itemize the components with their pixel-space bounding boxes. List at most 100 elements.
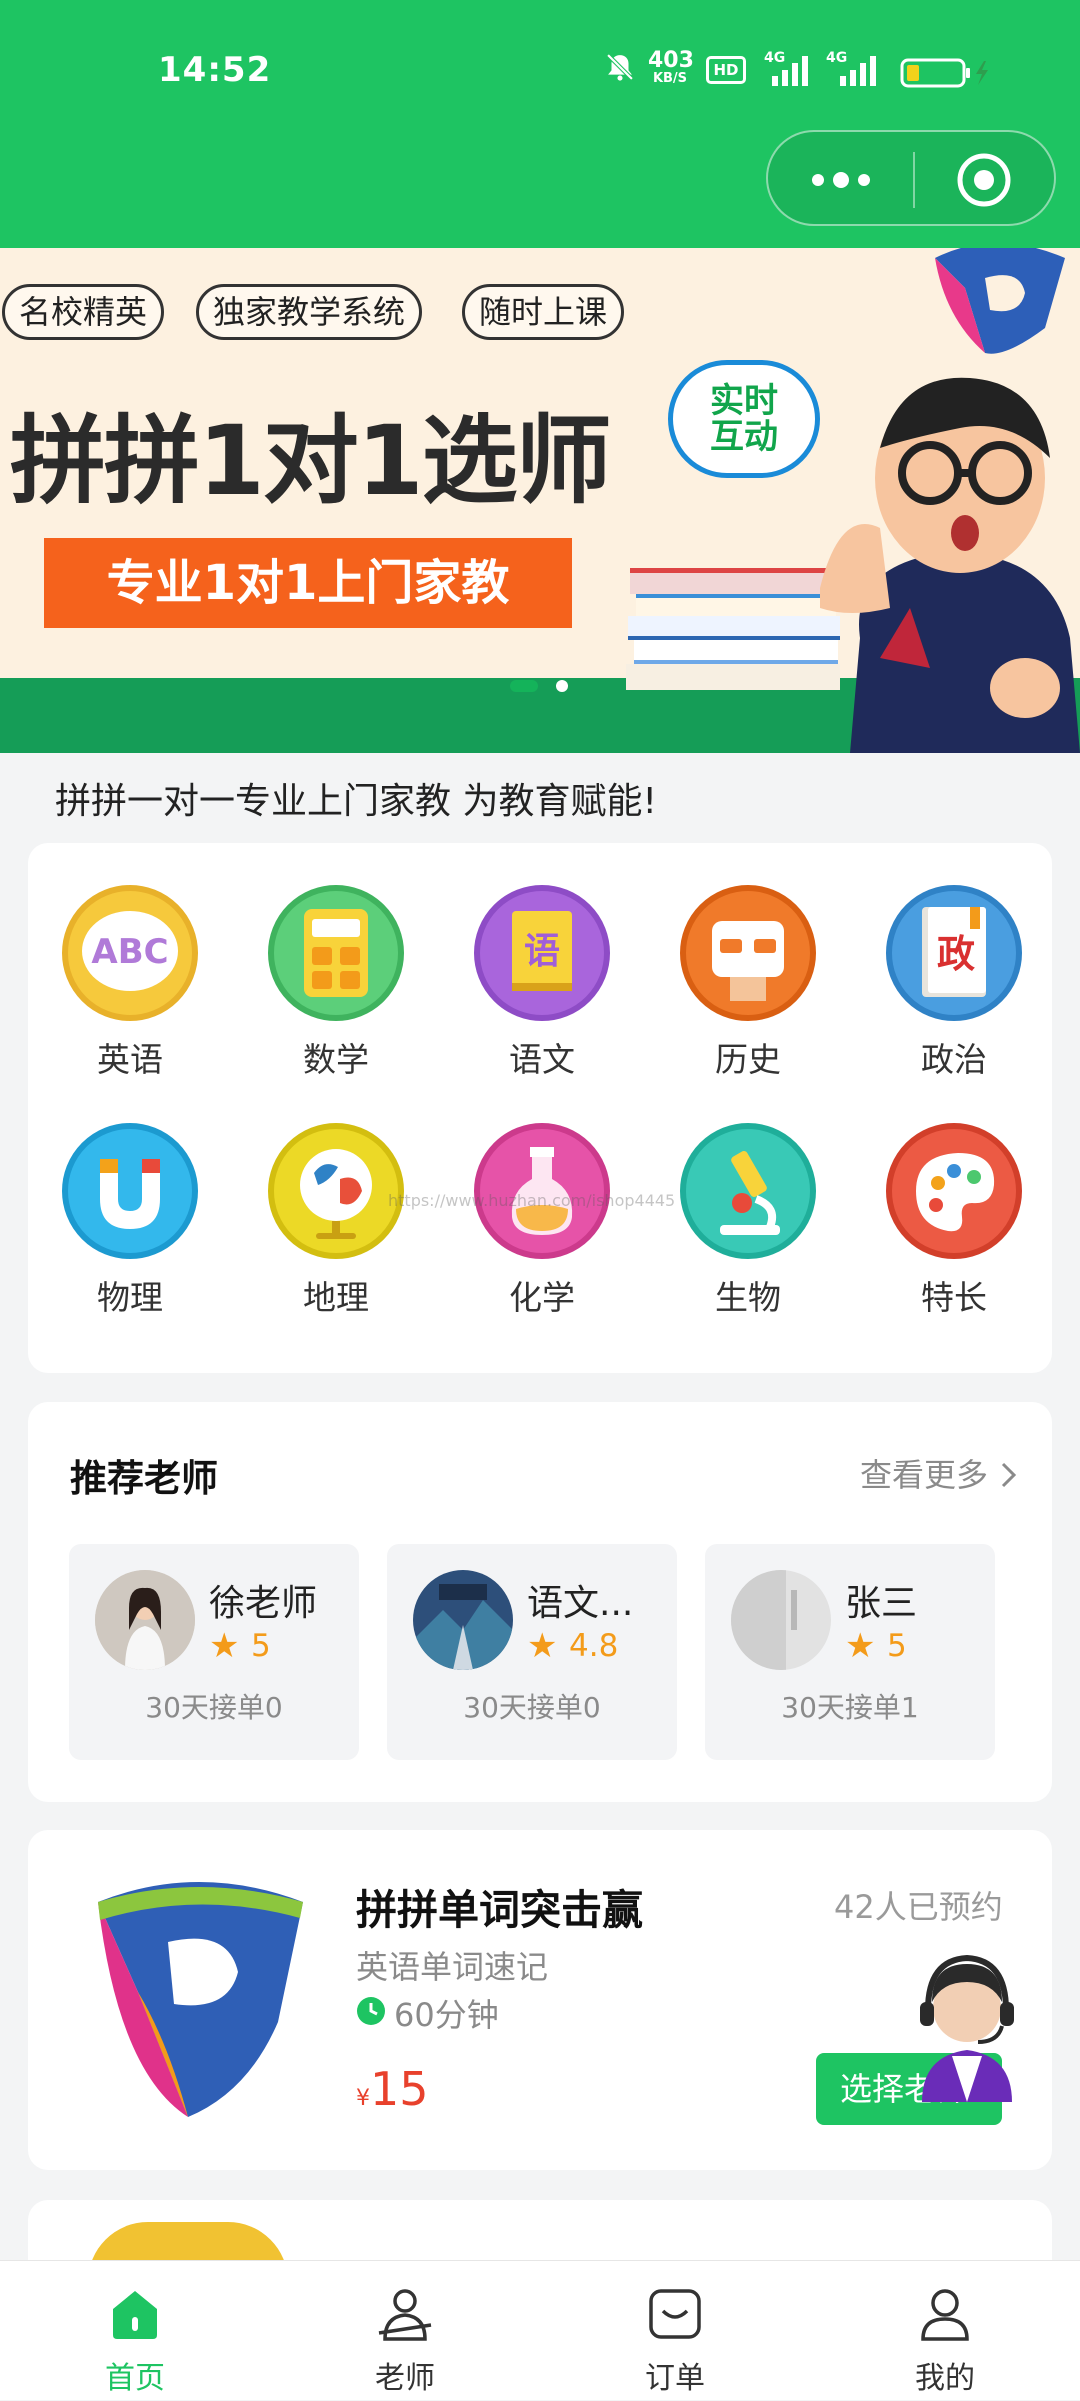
category-label: 政治 bbox=[921, 1040, 987, 1079]
view-more-label: 查看更多 bbox=[860, 1456, 989, 1494]
course-booked: 42人已预约 bbox=[834, 1888, 1003, 1926]
calculator-icon bbox=[268, 885, 404, 1021]
tab-label: 老师 bbox=[375, 2361, 435, 2396]
globe-icon bbox=[268, 1123, 404, 1259]
banner-pill: 独家教学系统 bbox=[196, 284, 423, 340]
course-title: 拼拼单词突击赢 bbox=[356, 1886, 643, 1934]
category-label: 地理 bbox=[303, 1278, 369, 1317]
category-label: 语文 bbox=[509, 1040, 575, 1079]
miniprogram-capsule bbox=[766, 130, 1056, 226]
teacher-name: 徐老师 bbox=[209, 1583, 318, 1624]
banner-subheadline: 专业1对1上门家教 bbox=[44, 538, 572, 628]
category-chinese[interactable]: 语 语文 bbox=[467, 885, 617, 1081]
avatar bbox=[731, 1570, 831, 1670]
svg-text:政: 政 bbox=[937, 932, 975, 976]
course-card[interactable]: 拼拼单词突击赢 42人已预约 英语单词速记 60分钟 ¥15 选择老师 bbox=[28, 1830, 1052, 2170]
politics-book-icon: 政 bbox=[886, 885, 1022, 1021]
user-icon bbox=[921, 2289, 969, 2341]
category-label: 生物 bbox=[715, 1278, 781, 1317]
star-icon: ★ bbox=[209, 1626, 240, 1666]
avatar bbox=[413, 1570, 513, 1670]
mute-bell-icon bbox=[606, 53, 634, 81]
signal-1-icon bbox=[772, 56, 808, 86]
teacher-card[interactable]: 语文... ★ 4.8 30天接单0 bbox=[387, 1544, 677, 1760]
hd-icon: HD bbox=[706, 56, 746, 84]
category-geography[interactable]: 地理 bbox=[261, 1123, 411, 1319]
tab-teacher[interactable]: 老师 bbox=[270, 2261, 540, 2401]
tab-label: 订单 bbox=[645, 2361, 705, 2396]
course-logo-icon bbox=[98, 1882, 303, 2117]
category-physics[interactable]: 物理 bbox=[55, 1123, 205, 1319]
slogan-text: 拼拼一对一专业上门家教 为教育赋能! bbox=[55, 781, 657, 822]
teacher-name: 语文... bbox=[527, 1583, 634, 1624]
teacher-card[interactable]: 徐老师 ★ 5 30天接单0 bbox=[69, 1544, 359, 1760]
teacher-icon bbox=[378, 2289, 432, 2341]
banner-headline: 拼拼1对1选师 bbox=[10, 405, 612, 517]
category-label: 特长 bbox=[921, 1278, 987, 1317]
category-english[interactable]: ABC 英语 bbox=[55, 885, 205, 1081]
microscope-icon bbox=[680, 1123, 816, 1259]
category-label: 英语 bbox=[97, 1040, 163, 1079]
banner-bubble: 实时 互动 bbox=[668, 360, 820, 478]
chinese-book-icon: 语 bbox=[474, 885, 610, 1021]
category-talent[interactable]: 特长 bbox=[879, 1123, 1029, 1319]
close-target-icon[interactable] bbox=[956, 152, 1012, 208]
price-currency: ¥ bbox=[356, 2086, 370, 2111]
boy-photo bbox=[820, 377, 1080, 753]
category-label: 数学 bbox=[303, 1040, 369, 1079]
signal-2-icon bbox=[840, 56, 876, 86]
tab-me[interactable]: 我的 bbox=[810, 2261, 1080, 2401]
star-icon: ★ bbox=[845, 1626, 876, 1666]
carousel-dot-active bbox=[556, 680, 568, 692]
watermark-text: https://www.huzhan.com/ishop4445 bbox=[388, 1191, 676, 1210]
home-icon bbox=[113, 2291, 157, 2339]
carousel-dot bbox=[510, 680, 538, 692]
bubble-line-1: 实时 bbox=[710, 381, 778, 421]
category-chemistry[interactable]: 化学 bbox=[467, 1123, 617, 1319]
battery-icon bbox=[900, 58, 988, 88]
category-history[interactable]: 历史 bbox=[673, 885, 823, 1081]
teacher-rating: 5 bbox=[251, 1628, 271, 1664]
svg-text:ABC: ABC bbox=[91, 932, 168, 972]
teacher-orders: 30天接单0 bbox=[145, 1691, 283, 1724]
banner-pill: 名校精英 bbox=[2, 284, 165, 340]
tab-orders[interactable]: 订单 bbox=[540, 2261, 810, 2401]
promo-banner[interactable]: 名校精英 独家教学系统 随时上课 拼拼1对1选师 专业1对1上门家教 实时 互动 bbox=[0, 248, 1080, 753]
category-card: ABC 英语 数学 语 语文 历史 政 政治 物理 地理 化学 生物 特长 ht… bbox=[28, 843, 1052, 1373]
price-value: 15 bbox=[370, 2062, 429, 2116]
svg-text:语: 语 bbox=[524, 931, 560, 972]
teacher-card[interactable]: 张三 ★ 5 30天接单1 bbox=[705, 1544, 995, 1760]
teacher-rating: 4.8 bbox=[569, 1628, 619, 1664]
teacher-orders: 30天接单1 bbox=[781, 1691, 919, 1724]
course-subtitle: 英语单词速记 bbox=[356, 1948, 549, 1986]
course-duration: 60分钟 bbox=[394, 1996, 499, 2034]
more-dots-icon[interactable] bbox=[806, 166, 876, 194]
bubble-line-2: 互动 bbox=[710, 417, 778, 457]
abc-icon: ABC bbox=[62, 885, 198, 1021]
recommend-title: 推荐老师 bbox=[70, 1457, 218, 1500]
course-price: ¥15 bbox=[356, 2062, 429, 2116]
category-label: 化学 bbox=[509, 1278, 575, 1317]
bottom-tab-bar: 首页 老师 订单 我的 bbox=[0, 2260, 1080, 2400]
teacher-name: 张三 bbox=[845, 1583, 918, 1624]
tab-home[interactable]: 首页 bbox=[0, 2261, 270, 2401]
status-time: 14:52 bbox=[158, 50, 272, 90]
category-politics[interactable]: 政 政治 bbox=[879, 885, 1029, 1081]
view-more-link[interactable]: 查看更多 bbox=[860, 1450, 1020, 1496]
clock-icon bbox=[357, 1997, 385, 2025]
category-biology[interactable]: 生物 bbox=[673, 1123, 823, 1319]
net-speed-unit: KB/S bbox=[652, 71, 688, 86]
category-math[interactable]: 数学 bbox=[261, 885, 411, 1081]
tab-label: 我的 bbox=[915, 2361, 975, 2396]
teacher-rating: 5 bbox=[887, 1628, 907, 1664]
brand-logo-icon bbox=[935, 248, 1065, 354]
palette-icon bbox=[886, 1123, 1022, 1259]
banner-pill: 随时上课 bbox=[462, 284, 625, 340]
chevron-right-icon bbox=[1002, 1462, 1017, 1488]
category-label: 历史 bbox=[715, 1040, 781, 1079]
status-bar: 14:52 403 KB/S HD 4G 4G bbox=[0, 0, 1080, 248]
customer-service-icon[interactable] bbox=[902, 1946, 1032, 2102]
mask-icon bbox=[680, 885, 816, 1021]
net-speed-value: 403 bbox=[648, 48, 694, 73]
star-icon: ★ bbox=[527, 1626, 558, 1666]
